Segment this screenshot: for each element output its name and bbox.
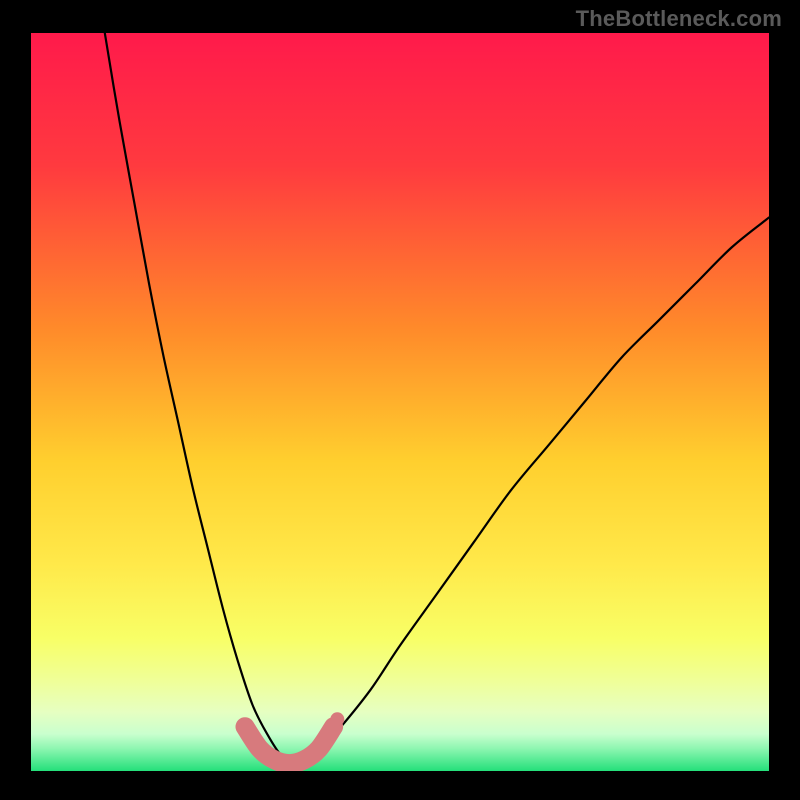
chart-frame: TheBottleneck.com — [0, 0, 800, 800]
gradient-background — [31, 33, 769, 771]
highlight-dot — [330, 712, 344, 726]
bottleneck-chart — [31, 33, 769, 771]
watermark-text: TheBottleneck.com — [576, 6, 782, 32]
